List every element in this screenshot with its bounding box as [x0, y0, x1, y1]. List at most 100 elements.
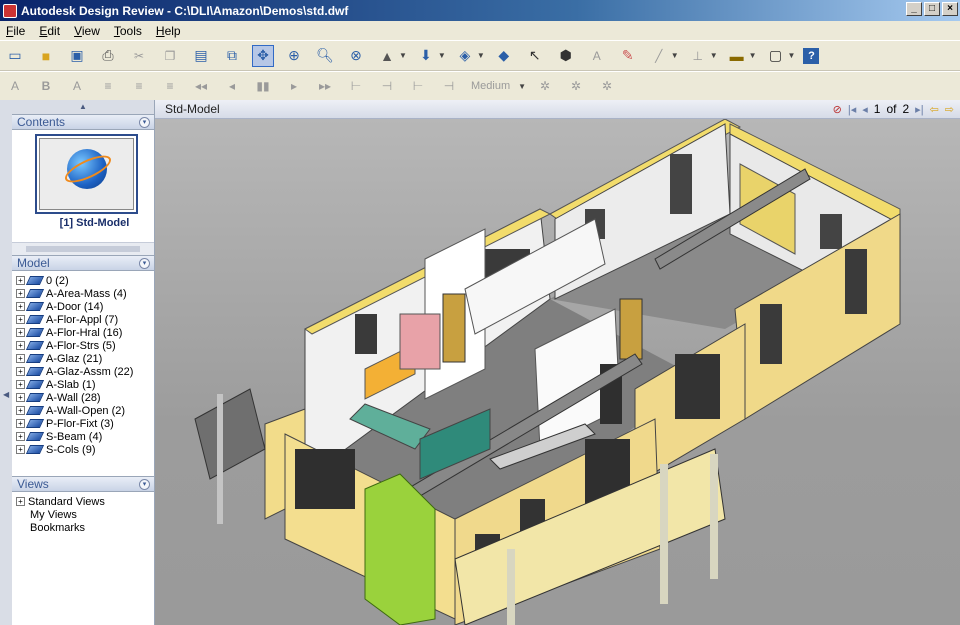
expand-icon[interactable]: + — [16, 302, 25, 311]
expand-icon[interactable]: + — [16, 367, 25, 376]
first-page-icon[interactable]: |◂ — [848, 103, 856, 116]
markup-stamp-icon[interactable]: ✎ — [617, 45, 639, 67]
chevron-down-icon[interactable]: ▼ — [749, 51, 757, 60]
maximize-button[interactable]: □ — [924, 2, 940, 16]
open-icon[interactable]: ■ — [35, 45, 57, 67]
chevron-down-icon[interactable]: ▼ — [518, 82, 526, 91]
model-canvas[interactable] — [155, 119, 960, 625]
help-icon[interactable]: ? — [803, 47, 820, 64]
reset-icon[interactable]: ✲ — [565, 75, 587, 97]
scroll-up-icon[interactable]: ▲ — [12, 100, 154, 114]
save-icon[interactable]: ▣ — [66, 45, 88, 67]
bold-icon[interactable]: B — [35, 75, 57, 97]
forward-arrow-icon[interactable]: ⇨ — [945, 103, 954, 116]
fast-forward-icon[interactable]: ▸▸ — [314, 75, 336, 97]
scrollbar-thumb[interactable] — [26, 246, 140, 252]
text-icon[interactable]: A — [586, 45, 608, 67]
menu-view[interactable]: View — [74, 24, 100, 38]
close-button[interactable]: × — [942, 2, 958, 16]
expand-icon[interactable]: + — [16, 354, 25, 363]
tree-item[interactable]: + A-Area-Mass (4) — [16, 287, 154, 300]
back-arrow-icon[interactable]: ⇦ — [930, 103, 939, 116]
chevron-down-icon[interactable]: ▼ — [399, 51, 407, 60]
minimize-button[interactable]: _ — [906, 2, 922, 16]
tree-item[interactable]: + A-Slab (1) — [16, 378, 154, 391]
keyframe-last-icon[interactable]: ⊣ — [438, 75, 460, 97]
play-icon[interactable]: ▸ — [283, 75, 305, 97]
contents-header[interactable]: Contents ▾ — [12, 114, 154, 130]
menu-help[interactable]: Help — [156, 24, 181, 38]
expand-icon[interactable]: + — [16, 380, 25, 389]
step-back-icon[interactable]: ◂ — [221, 75, 243, 97]
transform-icon[interactable]: ✲ — [596, 75, 618, 97]
measure-icon[interactable]: ▬ — [726, 45, 748, 67]
page-current[interactable]: 1 — [874, 102, 881, 116]
tree-item[interactable]: + S-Beam (4) — [16, 430, 154, 443]
pause-icon[interactable]: ▮▮ — [252, 75, 274, 97]
align-center-icon[interactable]: ≡ — [128, 75, 150, 97]
expand-icon[interactable]: + — [16, 497, 25, 506]
tree-item[interactable]: + A-Flor-Strs (5) — [16, 339, 154, 352]
tree-item[interactable]: + A-Flor-Appl (7) — [16, 313, 154, 326]
views-item-bookmarks[interactable]: Bookmarks — [16, 521, 154, 534]
align-left-icon[interactable]: ≡ — [97, 75, 119, 97]
model-view-icon[interactable]: ◈ — [454, 45, 476, 67]
delete-page-icon[interactable]: ⊘ — [833, 103, 842, 116]
keyframe-first-icon[interactable]: ⊢ — [345, 75, 367, 97]
explode-icon[interactable]: ✲ — [534, 75, 556, 97]
line-icon[interactable]: ╱ — [648, 45, 670, 67]
next-page-icon[interactable]: ▸| — [915, 103, 923, 116]
tree-item[interactable]: + S-Cols (9) — [16, 443, 154, 456]
zoom-icon[interactable]: 🔍︎ — [314, 45, 336, 67]
collapse-icon[interactable]: ▾ — [139, 479, 150, 490]
layers-icon[interactable]: ◆ — [493, 45, 515, 67]
side-collapse-strip[interactable]: ◀ — [0, 100, 12, 625]
collapse-icon[interactable]: ▾ — [139, 258, 150, 269]
cut-icon[interactable]: ✂ — [128, 45, 150, 67]
text-color-icon[interactable]: A — [66, 75, 88, 97]
tree-item[interactable]: + A-Flor-Hral (16) — [16, 326, 154, 339]
keyframe-prev-icon[interactable]: ⊣ — [376, 75, 398, 97]
views-item-my-views[interactable]: My Views — [16, 508, 154, 521]
select-icon[interactable]: ↖ — [524, 45, 546, 67]
expand-icon[interactable]: + — [16, 432, 25, 441]
expand-icon[interactable]: + — [16, 315, 25, 324]
expand-icon[interactable]: + — [16, 289, 25, 298]
rewind-icon[interactable]: ◂◂ — [190, 75, 212, 97]
new-icon[interactable]: ▭ — [4, 45, 26, 67]
copy-icon[interactable]: ❐ — [159, 45, 181, 67]
views-item-standard[interactable]: + Standard Views — [16, 495, 154, 508]
tree-item[interactable]: + A-Wall (28) — [16, 391, 154, 404]
tree-item[interactable]: + A-Glaz-Assm (22) — [16, 365, 154, 378]
expand-icon[interactable]: + — [16, 393, 25, 402]
expand-icon[interactable]: + — [16, 445, 25, 454]
views-header[interactable]: Views ▾ — [12, 476, 154, 492]
expand-icon[interactable]: + — [16, 328, 25, 337]
print-icon[interactable]: ⎙ — [97, 45, 119, 67]
tree-item[interactable]: +0 (2) — [16, 274, 154, 287]
model-header[interactable]: Model ▾ — [12, 255, 154, 271]
tree-item[interactable]: + A-Door (14) — [16, 300, 154, 313]
walk-icon[interactable]: ⬇ — [415, 45, 437, 67]
tree-item[interactable]: + A-Glaz (21) — [16, 352, 154, 365]
menu-file[interactable]: File — [6, 24, 25, 38]
tree-item[interactable]: + P-Flor-Fixt (3) — [16, 417, 154, 430]
collapse-icon[interactable]: ▾ — [139, 117, 150, 128]
thumbnail-label[interactable]: [1] Std-Model — [35, 217, 154, 229]
chevron-down-icon[interactable]: ▼ — [477, 51, 485, 60]
align-right-icon[interactable]: ≡ — [159, 75, 181, 97]
horizontal-scrollbar[interactable] — [12, 242, 154, 255]
fit-to-window-icon[interactable]: ▲ — [376, 45, 398, 67]
menu-edit[interactable]: Edit — [39, 24, 60, 38]
previous-page-icon[interactable]: ◂ — [862, 103, 868, 116]
expand-icon[interactable]: + — [16, 406, 25, 415]
properties-icon[interactable]: ⬢ — [555, 45, 577, 67]
orbit-icon[interactable]: ✥ — [252, 44, 274, 67]
expand-icon[interactable]: + — [16, 276, 25, 285]
paste-icon[interactable]: ▤ — [190, 45, 212, 67]
font-icon[interactable]: A — [4, 75, 26, 97]
chevron-down-icon[interactable]: ▼ — [710, 51, 718, 60]
menu-tools[interactable]: Tools — [114, 24, 142, 38]
display-mode-icon[interactable]: ▢ — [765, 45, 787, 67]
zoom-rectangle-icon[interactable]: ⊗ — [345, 45, 367, 67]
